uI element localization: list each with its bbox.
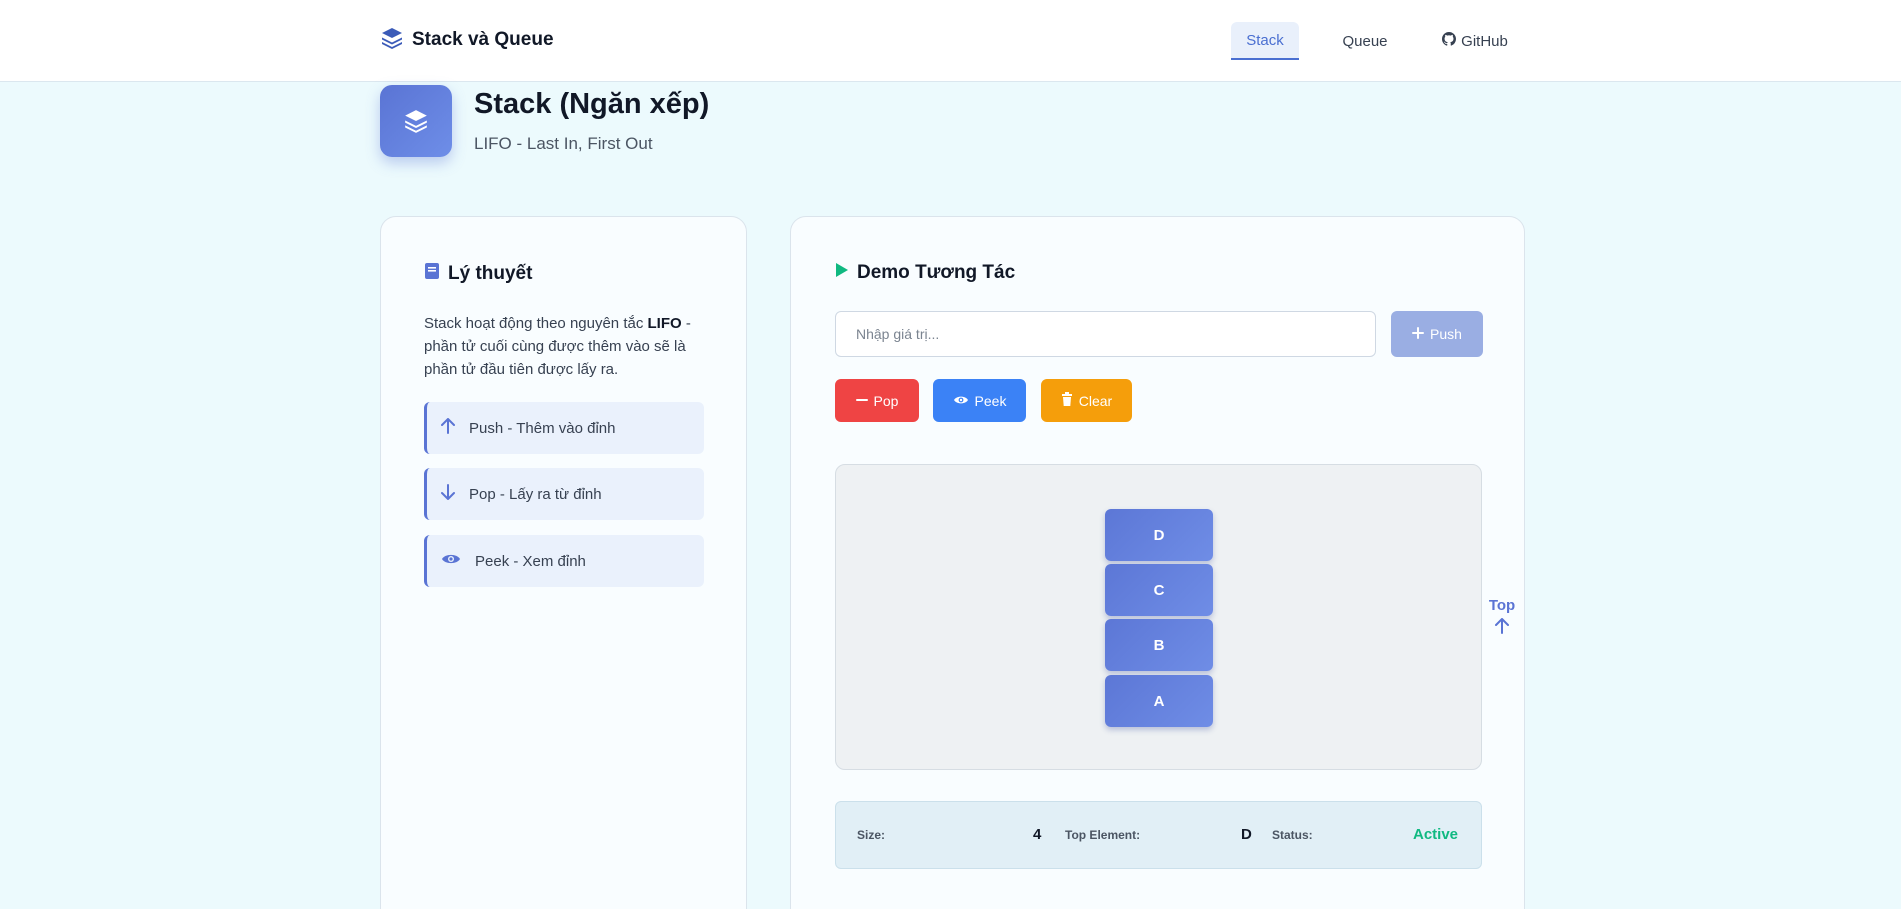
arrow-down-icon (441, 484, 455, 504)
arrow-up-icon (1495, 618, 1509, 638)
trash-icon (1061, 392, 1073, 409)
peek-button-label: Peek (974, 392, 1007, 409)
stack-element: C (1105, 564, 1213, 616)
stack-stats: Size: 4 Top Element: D Status: Active (835, 801, 1482, 869)
nav-queue[interactable]: Queue (1330, 22, 1400, 60)
nav-github[interactable]: GitHub (1437, 22, 1513, 60)
theory-text-bold: LIFO (647, 315, 682, 332)
brand[interactable]: Stack và Queue (380, 26, 554, 54)
demo-card: Demo Tương Tác Push Pop Peek Clear D C B… (790, 216, 1525, 909)
pop-button[interactable]: Pop (835, 379, 919, 422)
operation-push: Push - Thêm vào đỉnh (424, 402, 704, 454)
operation-label: Push - Thêm vào đỉnh (469, 419, 616, 437)
value-input[interactable] (835, 311, 1376, 357)
top-indicator: Top (1488, 597, 1516, 638)
theory-title: Lý thuyết (424, 262, 532, 286)
nav-stack[interactable]: Stack (1231, 22, 1299, 60)
theory-title-text: Lý thuyết (448, 263, 533, 284)
stack-visualization: D C B A (835, 464, 1482, 770)
status-value: Active (1413, 826, 1459, 843)
push-button[interactable]: Push (1391, 311, 1483, 357)
operation-peek: Peek - Xem đỉnh (424, 535, 704, 587)
push-button-label: Push (1430, 326, 1462, 342)
minus-icon (855, 393, 868, 409)
status-label: Status: (1272, 828, 1313, 842)
eye-icon (953, 393, 969, 409)
clear-button[interactable]: Clear (1041, 379, 1132, 422)
plus-icon (1412, 326, 1425, 342)
stack-hero-icon (380, 85, 452, 157)
arrow-up-icon (441, 418, 455, 438)
play-icon (835, 262, 849, 284)
operation-label: Peek - Xem đỉnh (475, 552, 586, 570)
clear-button-label: Clear (1078, 392, 1113, 409)
size-label: Size: (857, 828, 886, 842)
layers-icon (380, 26, 404, 55)
page-title: Stack (Ngăn xếp) (474, 88, 710, 120)
layers-icon (405, 110, 427, 133)
operation-label: Pop - Lấy ra từ đỉnh (469, 485, 602, 503)
github-icon (1442, 32, 1457, 50)
top-element-value: D (1241, 826, 1252, 843)
peek-button[interactable]: Peek (933, 379, 1026, 422)
navbar: Stack và Queue Stack Queue GitHub (0, 0, 1901, 82)
theory-text-part: Stack hoạt động theo nguyên tắc (424, 315, 648, 332)
size-value: 4 (1033, 826, 1042, 843)
stack-element: B (1105, 619, 1213, 671)
operation-pop: Pop - Lấy ra từ đỉnh (424, 468, 704, 520)
stack-element: A (1105, 675, 1213, 727)
top-indicator-label: Top (1488, 597, 1516, 614)
theory-description: Stack hoạt động theo nguyên tắc LIFO - p… (424, 312, 714, 381)
pop-button-label: Pop (873, 392, 899, 409)
stack-element: D (1105, 509, 1213, 561)
page-subtitle: LIFO - Last In, First Out (474, 134, 653, 153)
top-element-label: Top Element: (1065, 828, 1141, 842)
demo-title: Demo Tương Tác (835, 262, 1015, 284)
theory-card: Lý thuyết Stack hoạt động theo nguyên tắ… (380, 216, 747, 909)
nav-github-label: GitHub (1461, 32, 1508, 50)
demo-title-text: Demo Tương Tác (857, 262, 1016, 283)
brand-title: Stack và Queue (412, 29, 554, 50)
book-icon (424, 262, 440, 286)
eye-icon (441, 552, 461, 570)
